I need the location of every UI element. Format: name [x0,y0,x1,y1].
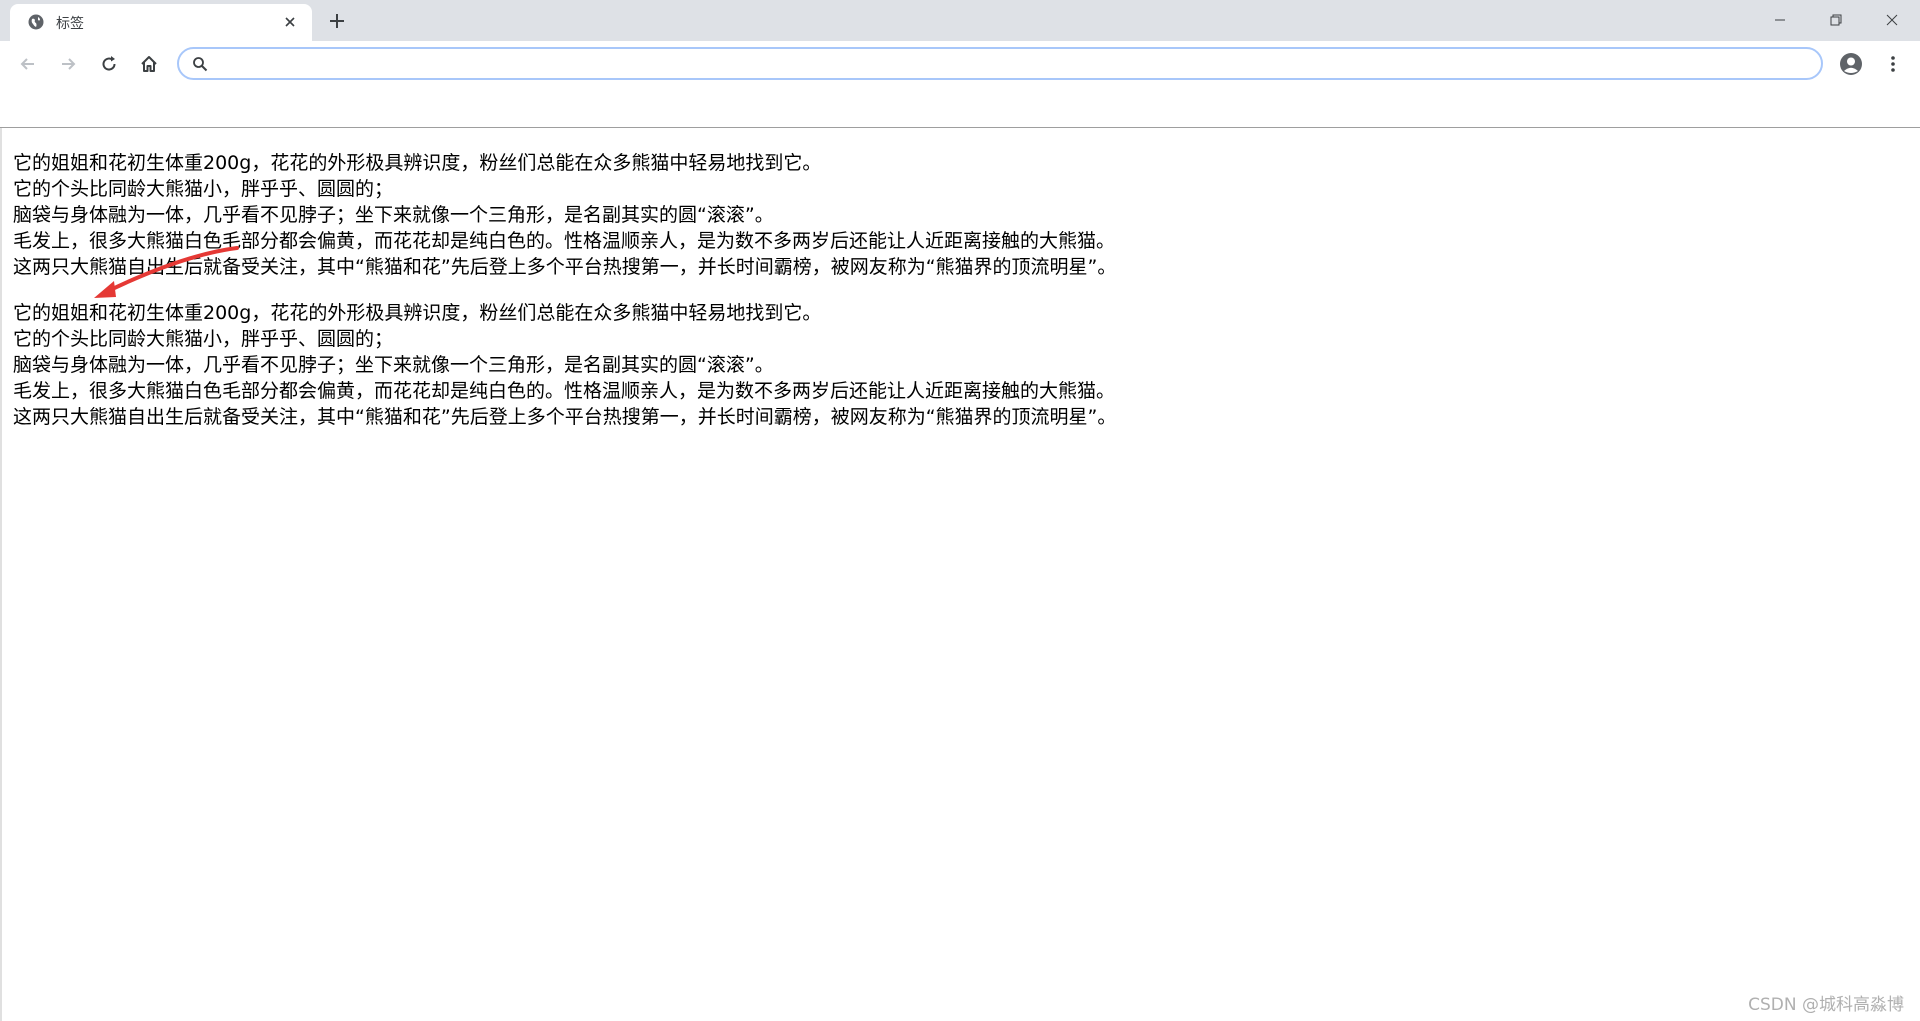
text-line: 它的姐姐和花初生体重200g，花花的外形极具辨识度，粉丝们总能在众多熊猫中轻易地… [13,302,822,324]
watermark: CSDN @城科高淼博 [1748,995,1904,1015]
home-button[interactable] [135,50,163,78]
text-line: 脑袋与身体融为一体，几乎看不见脖子；坐下来就像一个三角形，是名副其实的圆“滚滚”… [13,204,774,226]
kebab-menu-icon [1891,56,1895,72]
reload-button[interactable] [95,50,123,78]
text-line: 它的个头比同龄大熊猫小，胖乎乎、圆圆的； [13,328,394,350]
arrow-right-icon [62,58,76,70]
page-content: 它的姐姐和花初生体重200g，花花的外形极具辨识度，粉丝们总能在众多熊猫中轻易地… [0,128,1920,1021]
plus-icon[interactable] [327,11,347,31]
back-button[interactable] [14,50,42,78]
arrow-left-icon [20,58,34,70]
account-circle-icon [1840,53,1862,75]
annotation-arrow-icon [94,246,239,298]
minimize-icon [1775,19,1785,21]
text-line: 它的姐姐和花初生体重200g，花花的外形极具辨识度，粉丝们总能在众多熊猫中轻易地… [13,152,822,174]
address-bar[interactable] [177,47,1823,80]
forward-button[interactable] [54,50,82,78]
reload-icon [102,56,116,71]
text-line: 脑袋与身体融为一体，几乎看不见脖子；坐下来就像一个三角形，是名副其实的圆“滚滚”… [13,354,774,376]
browser-tab[interactable]: 标签 [10,4,312,41]
tab-title: 标签 [56,16,84,32]
close-icon [1886,14,1898,26]
home-icon [141,56,157,72]
tab-strip: 标签 [0,0,1920,41]
text-line: 它的个头比同龄大熊猫小，胖乎乎、圆圆的； [13,178,394,200]
address-input[interactable] [219,52,1803,78]
bookmarks-bar [0,87,1920,128]
window-close-button[interactable] [1864,0,1920,40]
browser-menu-button[interactable] [1880,51,1906,77]
text-block-2: 它的姐姐和花初生体重200g，花花的外形极具辨识度，粉丝们总能在众多熊猫中轻易地… [13,300,1116,430]
close-icon[interactable] [282,14,298,30]
browser-toolbar [0,41,1920,87]
minimize-button[interactable] [1752,0,1808,40]
restore-icon [1830,14,1842,26]
search-icon [193,57,208,72]
restore-button[interactable] [1808,0,1864,40]
text-line: 毛发上，很多大熊猫白色毛部分都会偏黄，而花花却是纯白色的。性格温顺亲人，是为数不… [13,380,1116,402]
text-line: 这两只大熊猫自出生后就备受关注，其中“熊猫和花”先后登上多个平台热搜第一，并长时… [13,406,1117,428]
profile-button[interactable] [1838,51,1864,77]
globe-icon [28,14,44,30]
